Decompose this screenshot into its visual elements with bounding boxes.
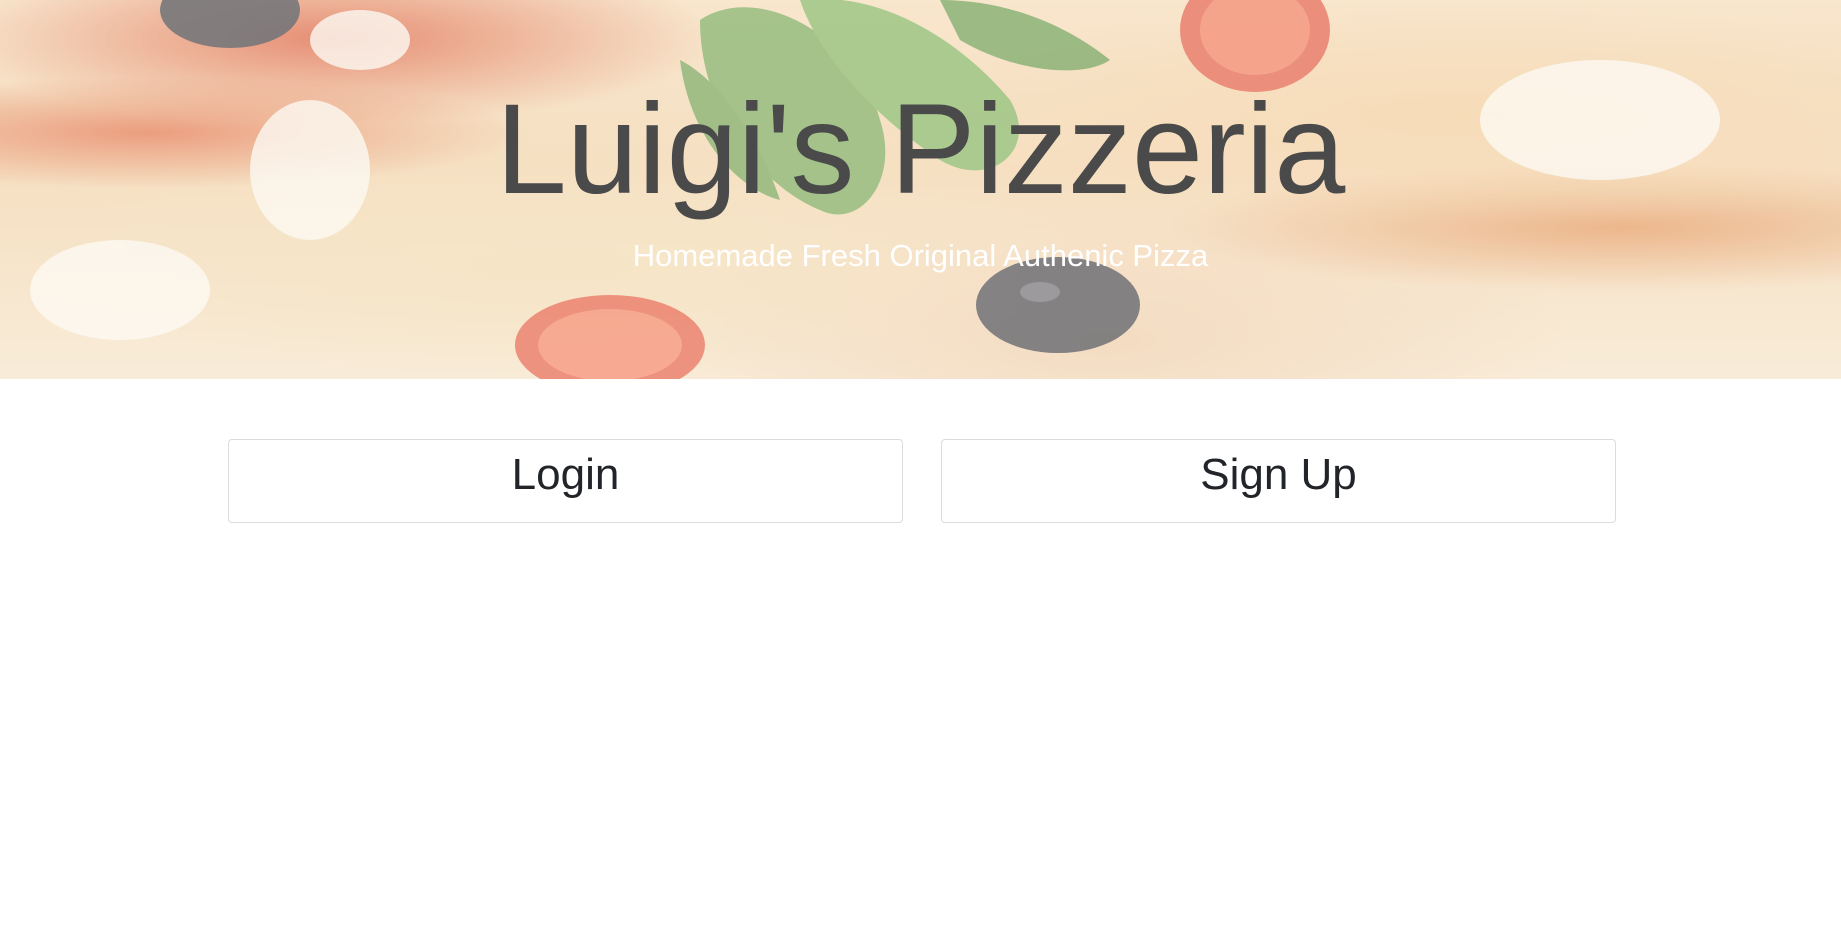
page-title: Luigi's Pizzeria: [495, 78, 1346, 221]
page-subtitle: Homemade Fresh Original Authenic Pizza: [632, 238, 1209, 273]
login-button[interactable]: Login: [228, 439, 903, 523]
auth-actions: Login Sign Up: [228, 439, 1616, 523]
hero-banner: Luigi's Pizzeria Homemade Fresh Original…: [0, 0, 1841, 379]
signup-button[interactable]: Sign Up: [941, 439, 1616, 523]
